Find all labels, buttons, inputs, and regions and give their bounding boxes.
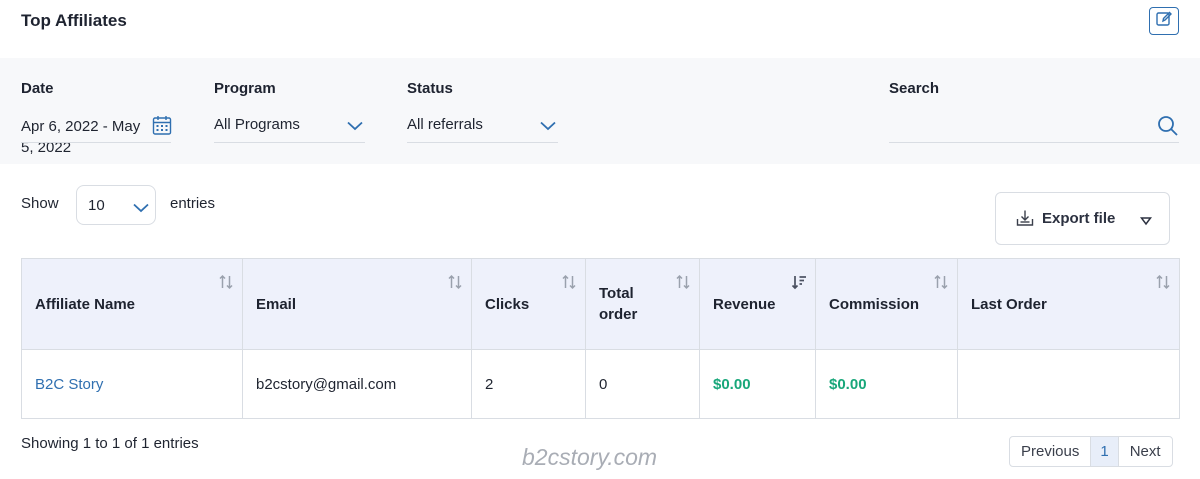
commission-cell: $0.00 bbox=[815, 349, 958, 419]
entries-per-page-select[interactable]: 10 bbox=[76, 185, 156, 225]
previous-page-button[interactable]: Previous bbox=[1010, 437, 1090, 466]
next-page-button[interactable]: Next bbox=[1119, 437, 1172, 466]
affiliate-link[interactable]: B2C Story bbox=[35, 376, 103, 393]
sort-icon[interactable] bbox=[561, 274, 577, 296]
program-value: All Programs bbox=[214, 116, 300, 133]
page-1-button[interactable]: 1 bbox=[1090, 437, 1119, 466]
search-label: Search bbox=[889, 80, 940, 97]
sort-icon[interactable] bbox=[1155, 274, 1171, 296]
column-label: Commission bbox=[829, 295, 920, 313]
total-order-cell: 0 bbox=[585, 349, 700, 419]
column-label: Revenue bbox=[713, 295, 776, 313]
edit-icon bbox=[1155, 10, 1173, 33]
watermark: b2cstory.com bbox=[522, 444, 658, 470]
column-label: Total order bbox=[599, 285, 638, 323]
program-select[interactable]: All Programs bbox=[214, 114, 365, 143]
chevron-down-icon bbox=[133, 200, 149, 218]
status-value: All referrals bbox=[407, 116, 483, 133]
chevron-down-icon bbox=[540, 118, 556, 135]
email-cell: b2cstory@gmail.com bbox=[242, 349, 472, 419]
column-header-total-order[interactable]: Total order bbox=[585, 258, 700, 350]
export-label: Export file bbox=[1042, 210, 1116, 227]
column-label: Last Order bbox=[971, 295, 1047, 313]
column-header-last-order[interactable]: Last Order bbox=[957, 258, 1180, 350]
revenue-value: $0.00 bbox=[713, 375, 751, 393]
column-label: Email bbox=[256, 295, 297, 313]
sort-icon[interactable] bbox=[675, 274, 691, 296]
column-header-clicks[interactable]: Clicks bbox=[471, 258, 586, 350]
last-order-cell bbox=[957, 349, 1180, 419]
page-title: Top Affiliates bbox=[21, 11, 127, 30]
column-header-revenue[interactable]: Revenue bbox=[699, 258, 816, 350]
table-row: B2C Story b2cstory@gmail.com 2 0 $0.00 $… bbox=[21, 349, 1180, 419]
calendar-icon[interactable] bbox=[152, 115, 172, 141]
entries-summary: Showing 1 to 1 of 1 entries bbox=[21, 435, 199, 452]
sort-icon[interactable] bbox=[218, 274, 234, 296]
sort-desc-icon[interactable] bbox=[791, 274, 807, 296]
table-header-row: Affiliate Name Email Clicks Total order … bbox=[21, 258, 1180, 350]
sort-icon[interactable] bbox=[447, 274, 463, 296]
column-header-affiliate-name[interactable]: Affiliate Name bbox=[21, 258, 243, 350]
show-label: Show bbox=[21, 195, 59, 212]
clicks-cell: 2 bbox=[471, 349, 586, 419]
commission-value: $0.00 bbox=[829, 375, 867, 393]
caret-down-icon bbox=[1140, 213, 1152, 231]
download-icon bbox=[1016, 209, 1034, 232]
filter-bar: Date Apr 6, 2022 - May 5, 2022 Program A… bbox=[0, 58, 1200, 164]
status-select[interactable]: All referrals bbox=[407, 114, 558, 143]
search-icon[interactable] bbox=[1157, 115, 1179, 142]
program-label: Program bbox=[214, 80, 276, 97]
page-header: Top Affiliates bbox=[0, 0, 1200, 58]
column-header-commission[interactable]: Commission bbox=[815, 258, 958, 350]
entries-label: entries bbox=[170, 195, 216, 212]
table-panel: Show 10 entries Export file Affiliate Na… bbox=[0, 164, 1200, 479]
date-label: Date bbox=[21, 80, 54, 97]
pagination: Previous 1 Next bbox=[1009, 436, 1173, 467]
column-header-email[interactable]: Email bbox=[242, 258, 472, 350]
column-label: Affiliate Name bbox=[35, 295, 136, 313]
date-underline bbox=[21, 142, 171, 143]
column-label: Clicks bbox=[485, 295, 530, 313]
export-file-button[interactable]: Export file bbox=[995, 192, 1170, 245]
affiliate-name-cell: B2C Story bbox=[21, 349, 243, 419]
status-label: Status bbox=[407, 80, 453, 97]
affiliates-table: Affiliate Name Email Clicks Total order … bbox=[21, 258, 1180, 419]
edit-button[interactable] bbox=[1149, 7, 1179, 35]
chevron-down-icon bbox=[347, 118, 363, 135]
search-field bbox=[889, 114, 1179, 143]
search-input[interactable] bbox=[889, 114, 1149, 142]
sort-icon[interactable] bbox=[933, 274, 949, 296]
date-range-field[interactable]: Apr 6, 2022 - May 5, 2022 bbox=[21, 116, 155, 158]
entries-value: 10 bbox=[88, 197, 105, 214]
revenue-cell: $0.00 bbox=[699, 349, 816, 419]
